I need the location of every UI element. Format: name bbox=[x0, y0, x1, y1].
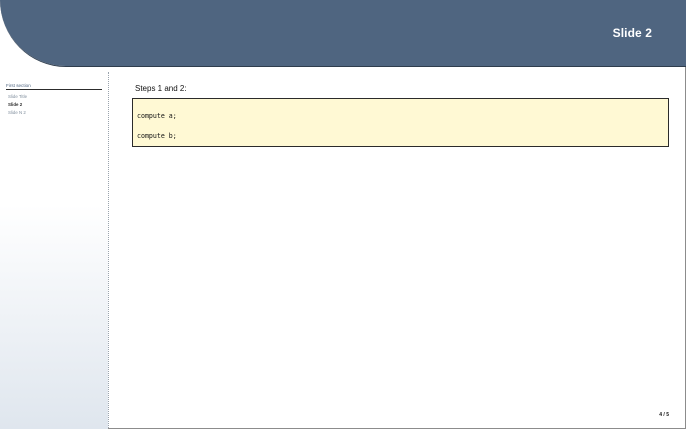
code-block: compute a; compute b; bbox=[132, 98, 669, 147]
toc-item-slide-n-2[interactable]: Slide N 2 bbox=[8, 110, 26, 115]
content-heading: Steps 1 and 2: bbox=[135, 84, 187, 93]
code-line-2: compute b; bbox=[137, 132, 177, 140]
slide-title: Slide 2 bbox=[612, 26, 652, 40]
page-number: 4 / 5 bbox=[659, 412, 669, 418]
toc-section-first[interactable]: First section bbox=[6, 83, 102, 90]
header-band bbox=[0, 0, 686, 66]
toc-item-slide-title[interactable]: Slide Title bbox=[8, 94, 27, 99]
sidebar bbox=[0, 67, 108, 429]
code-line-1: compute a; bbox=[137, 112, 177, 120]
sidebar-divider bbox=[108, 72, 109, 428]
toc-item-slide-2[interactable]: Slide 2 bbox=[8, 102, 22, 107]
